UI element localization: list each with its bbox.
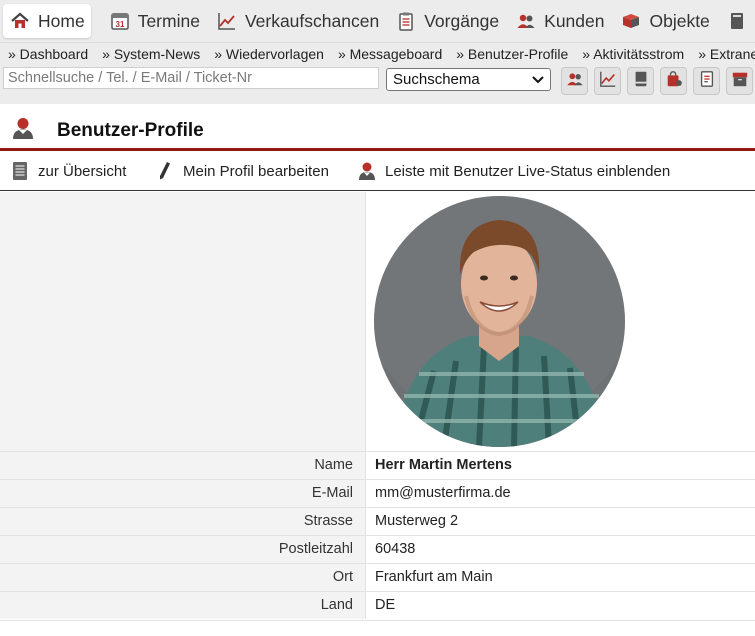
list-icon bbox=[10, 161, 30, 181]
profile-row-name: Name Herr Martin Mertens bbox=[0, 451, 755, 479]
profile-field-label: Ort bbox=[0, 564, 366, 591]
customers-icon bbox=[515, 10, 537, 32]
user-status-icon bbox=[357, 161, 377, 181]
main-navigation: Home 31 Termine Verkaufschancen Vorgänge… bbox=[0, 0, 755, 42]
tab-more[interactable] bbox=[720, 4, 755, 38]
overview-label: zur Übersicht bbox=[38, 162, 127, 180]
search-schema-select[interactable]: Suchschema bbox=[386, 68, 551, 91]
toolbar-chart-button[interactable] bbox=[594, 67, 621, 95]
subnav-link-benutzer-profile[interactable]: » Benutzer-Profile bbox=[456, 46, 568, 62]
live-status-bar-label: Leiste mit Benutzer Live-Status einblend… bbox=[385, 162, 671, 180]
profile-row-postcode: Postleitzahl 60438 bbox=[0, 535, 755, 563]
tab-label: Kunden bbox=[544, 10, 605, 31]
page-title: Benutzer-Profile bbox=[57, 120, 204, 141]
calendar-icon: 31 bbox=[109, 10, 131, 32]
tab-label: Termine bbox=[137, 10, 200, 31]
tab-label: Verkaufschancen bbox=[244, 10, 380, 31]
tab-verkaufschancen[interactable]: Verkaufschancen bbox=[210, 4, 385, 38]
subnav-link-system-news[interactable]: » System-News bbox=[102, 46, 200, 62]
subnav-link-messageboard[interactable]: » Messageboard bbox=[338, 46, 442, 62]
toolbar-notebook-button[interactable] bbox=[627, 67, 654, 95]
trend-chart-icon bbox=[599, 70, 617, 93]
toolbar-shopping-button[interactable] bbox=[660, 67, 687, 95]
edit-profile-link[interactable]: Mein Profil bearbeiten bbox=[155, 161, 329, 181]
pencil-icon bbox=[155, 161, 175, 181]
tab-label: Objekte bbox=[649, 10, 710, 31]
profile-field-label: E-Mail bbox=[0, 480, 366, 507]
archive-box-icon bbox=[731, 70, 749, 93]
document-icon bbox=[726, 10, 748, 32]
profile-field-value: Frankfurt am Main bbox=[375, 569, 493, 585]
profile-field-label: Land bbox=[0, 592, 366, 619]
profile-field-value: DE bbox=[375, 597, 396, 613]
profile-field-value: mm@musterfirma.de bbox=[375, 485, 511, 501]
profile-label-column bbox=[0, 192, 366, 451]
search-schema-label: Suchschema bbox=[393, 71, 480, 88]
profile-field-label: Postleitzahl bbox=[0, 536, 366, 563]
tab-termine[interactable]: 31 Termine bbox=[103, 4, 206, 38]
subnav-link-extranet[interactable]: » Extranet bbox=[698, 46, 755, 62]
profile-content: Name Herr Martin Mertens E-Mail mm@muste… bbox=[0, 192, 755, 636]
tab-vorgaenge[interactable]: Vorgänge bbox=[389, 4, 505, 38]
chevron-down-icon bbox=[532, 71, 544, 88]
customers-icon bbox=[566, 70, 584, 93]
tab-objekte[interactable]: Objekte bbox=[614, 4, 715, 38]
profile-row-city: Ort Frankfurt am Main bbox=[0, 563, 755, 591]
subnav-link-aktivitaetsstrom[interactable]: » Aktivitätsstrom bbox=[582, 46, 684, 62]
quick-search-input[interactable] bbox=[3, 67, 379, 89]
objects-icon bbox=[620, 10, 642, 32]
profile-field-value: Herr Martin Mertens bbox=[375, 457, 512, 473]
tab-kunden[interactable]: Kunden bbox=[509, 4, 610, 38]
profile-row-street: Strasse Musterweg 2 bbox=[0, 507, 755, 535]
toolbar-customers-button[interactable] bbox=[561, 67, 588, 95]
trend-chart-icon bbox=[216, 10, 238, 32]
live-status-bar-link[interactable]: Leiste mit Benutzer Live-Status einblend… bbox=[357, 161, 670, 181]
search-bar: Suchschema bbox=[0, 64, 755, 104]
notebook-icon bbox=[632, 70, 650, 93]
shopping-bag-icon bbox=[665, 70, 683, 93]
page-header: Benutzer-Profile bbox=[0, 105, 755, 151]
profile-row-email: E-Mail mm@musterfirma.de bbox=[0, 479, 755, 507]
subnav-link-dashboard[interactable]: » Dashboard bbox=[8, 46, 88, 62]
profile-field-value: 60438 bbox=[375, 541, 416, 557]
overview-link[interactable]: zur Übersicht bbox=[10, 161, 126, 181]
profile-photo bbox=[374, 196, 625, 447]
tab-label: Vorgänge bbox=[424, 10, 500, 31]
edit-profile-label: Mein Profil bearbeiten bbox=[183, 162, 329, 180]
user-profile-icon bbox=[10, 115, 36, 146]
action-bar: zur Übersicht Mein Profil bearbeiten Lei… bbox=[0, 152, 755, 191]
profile-row-country: Land DE bbox=[0, 591, 755, 619]
profile-field-label: Strasse bbox=[0, 508, 366, 535]
tab-label: Home bbox=[38, 10, 85, 31]
table-bottom-divider bbox=[0, 620, 755, 621]
profile-field-value: Musterweg 2 bbox=[375, 513, 459, 529]
home-icon bbox=[9, 10, 31, 32]
breadcrumb-navigation: » Dashboard » System-News » Wiedervorlag… bbox=[0, 42, 755, 64]
toolbar-document-button[interactable] bbox=[693, 67, 720, 95]
svg-text:31: 31 bbox=[115, 20, 124, 29]
document-list-icon bbox=[698, 70, 716, 93]
tab-home[interactable]: Home bbox=[3, 4, 91, 38]
toolbar-archive-button[interactable] bbox=[726, 67, 753, 95]
profile-field-label: Name bbox=[0, 452, 366, 479]
subnav-link-wiedervorlagen[interactable]: » Wiedervorlagen bbox=[214, 46, 324, 62]
clipboard-icon bbox=[395, 10, 417, 32]
